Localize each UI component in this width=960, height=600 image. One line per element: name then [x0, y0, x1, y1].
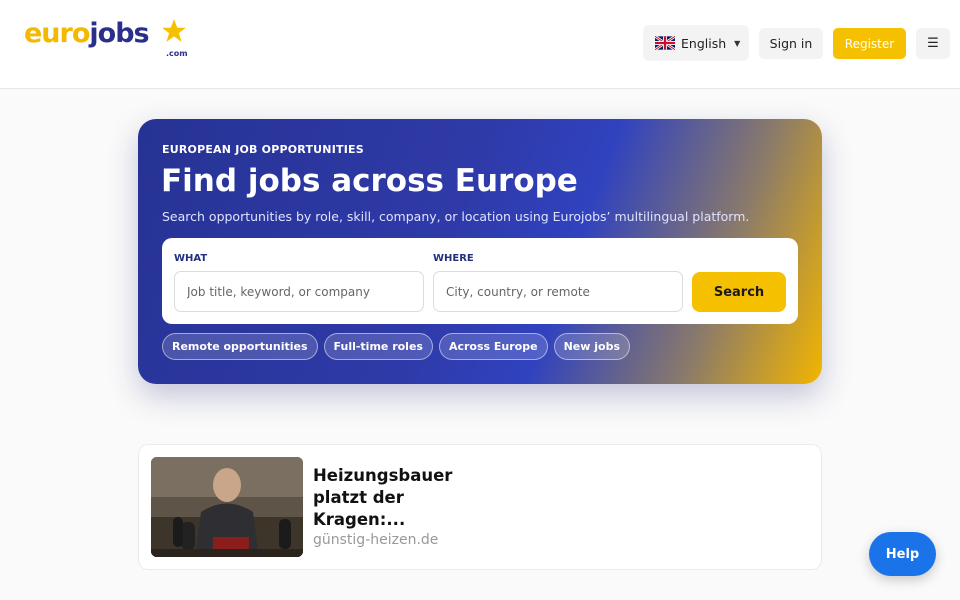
ad-headline[interactable]: Heizungsbauer platzt der Kragen:... [313, 465, 463, 531]
register-button[interactable]: Register [833, 28, 906, 59]
what-label: WHAT [174, 253, 208, 264]
what-input[interactable] [174, 271, 424, 312]
eurojobs-logo[interactable]: euro jobs .com [24, 18, 188, 58]
sign-in-button[interactable]: Sign in [759, 28, 823, 59]
site-header: euro jobs .com English ▼ Sign in Registe… [0, 0, 960, 89]
hamburger-menu-icon[interactable]: ☰ [916, 28, 950, 59]
quick-filter-chips: Remote opportunities Full-time roles Acr… [162, 333, 630, 360]
uk-flag-icon [655, 36, 675, 50]
caret-down-icon: ▼ [734, 38, 741, 48]
logo-text-euro: euro [24, 18, 90, 49]
chip-remote-opportunities[interactable]: Remote opportunities [162, 333, 318, 360]
star-icon [162, 19, 186, 42]
logo-text-com: .com [166, 49, 188, 58]
where-label: WHERE [433, 253, 474, 264]
chip-new-jobs[interactable]: New jobs [553, 333, 630, 360]
job-search-form: WHAT WHERE Search [162, 238, 798, 324]
page-title: Find jobs across Europe [161, 163, 578, 199]
help-button[interactable]: Help [869, 532, 936, 576]
chip-across-europe[interactable]: Across Europe [438, 333, 548, 360]
chip-full-time-roles[interactable]: Full-time roles [323, 333, 433, 360]
hero-eyebrow: EUROPEAN JOB OPPORTUNITIES [162, 143, 364, 156]
language-label: English [681, 35, 727, 51]
search-button[interactable]: Search [692, 272, 786, 312]
language-selector[interactable]: English ▼ [643, 25, 749, 61]
logo-text-jobs: jobs [89, 18, 149, 49]
where-input[interactable] [433, 271, 683, 312]
sponsored-ad-card[interactable]: Heizungsbauer platzt der Kragen:... güns… [138, 444, 822, 570]
ad-thumbnail-image[interactable] [151, 457, 303, 557]
ad-domain: günstig-heizen.de [313, 532, 439, 548]
ad-photo-illustration [151, 457, 303, 557]
hero-subtitle: Search opportunities by role, skill, com… [162, 209, 750, 224]
hero-search-panel: EUROPEAN JOB OPPORTUNITIES Find jobs acr… [138, 119, 822, 384]
